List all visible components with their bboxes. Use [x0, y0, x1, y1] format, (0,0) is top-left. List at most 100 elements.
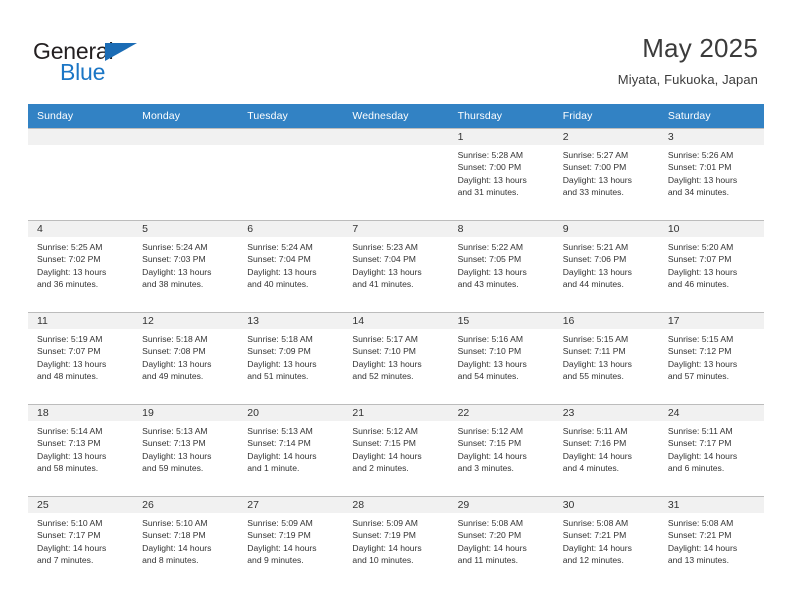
day-number: 17 — [658, 312, 764, 329]
calendar-day-cell[interactable]: 8 Sunrise: 5:22 AM Sunset: 7:05 PM Daylight… — [448, 220, 554, 312]
calendar-day-cell[interactable]: 26 Sunrise: 5:10 AM Sunset: 7:18 PM Dayligh… — [133, 496, 239, 588]
calendar-header-row: Sunday Monday Tuesday Wednesday Thursday Frid… — [28, 104, 764, 128]
day-number: 14 — [343, 312, 449, 329]
calendar-day-cell[interactable]: 7 Sunrise: 5:23 AM Sunset: 7:04 PM Daylight… — [343, 220, 449, 312]
day-number: 30 — [553, 496, 659, 513]
day-cell-inner: 2 Sunrise: 5:27 AM Sunset: 7:00 PM Daylight… — [553, 128, 659, 220]
day-cell-inner: 19 Sunrise: 5:13 AM Sunset: 7:13 PM Dayligh… — [133, 404, 239, 496]
calendar-day-cell[interactable]: 28 Sunrise: 5:09 AM Sunset: 7:19 PM Dayligh… — [343, 496, 449, 588]
calendar-day-cell[interactable]: 24 Sunrise: 5:11 AM Sunset: 7:17 PM Dayligh… — [658, 404, 764, 496]
logo-text-blue: Blue — [60, 59, 106, 85]
calendar-day-cell[interactable]: 25 Sunrise: 5:10 AM Sunset: 7:17 PM Dayligh… — [28, 496, 134, 588]
calendar-day-cell[interactable]: 13 Sunrise: 5:18 AM Sunset: 7:09 PM Dayligh… — [238, 312, 344, 404]
day-number: 7 — [343, 220, 449, 237]
calendar-day-cell[interactable]: 17 Sunrise: 5:15 AM Sunset: 7:12 PM Dayligh… — [658, 312, 764, 404]
calendar-day-cell[interactable]: 20 Sunrise: 5:13 AM Sunset: 7:14 PM Dayligh… — [238, 404, 344, 496]
sunset-text: Sunset: 7:07 PM — [37, 346, 101, 357]
day-cell-inner: 25 Sunrise: 5:10 AM Sunset: 7:17 PM Dayligh… — [28, 496, 134, 588]
calendar-day-cell[interactable]: 29 Sunrise: 5:08 AM Sunset: 7:20 PM Dayligh… — [448, 496, 554, 588]
sunrise-text: Sunrise: 5:22 AM — [457, 242, 524, 252]
sunset-text: Sunset: 7:00 PM — [457, 162, 522, 173]
calendar-day-cell[interactable]: 1 Sunrise: 5:28 AM Sunset: 7:00 PM Daylight… — [448, 128, 554, 220]
calendar-day-cell[interactable]: 14 Sunrise: 5:17 AM Sunset: 7:10 PM Dayligh… — [343, 312, 449, 404]
calendar-day-cell[interactable]: 12 Sunrise: 5:18 AM Sunset: 7:08 PM Dayligh… — [133, 312, 239, 404]
calendar-day-cell[interactable]: 18 Sunrise: 5:14 AM Sunset: 7:13 PM Dayligh… — [28, 404, 134, 496]
day-cell-inner: 9 Sunrise: 5:21 AM Sunset: 7:06 PM Daylight… — [553, 220, 659, 312]
sunrise-text: Sunrise: 5:09 AM — [247, 518, 313, 528]
calendar-day-cell[interactable]: 9 Sunrise: 5:21 AM Sunset: 7:06 PM Daylight… — [553, 220, 659, 312]
sunrise-text: Sunrise: 5:13 AM — [142, 426, 208, 436]
sunrise-text: Sunrise: 5:10 AM — [37, 518, 103, 528]
sunrise-text: Sunrise: 5:15 AM — [562, 334, 629, 344]
day-cell-inner: 18 Sunrise: 5:14 AM Sunset: 7:13 PM Dayligh… — [28, 404, 134, 496]
calendar-day-cell[interactable]: 10 Sunrise: 5:20 AM Sunset: 7:07 PM Dayligh… — [658, 220, 764, 312]
daylight-text-line2: and 1 minute. — [247, 463, 300, 474]
calendar-body: 1 Sunrise: 5:28 AM Sunset: 7:00 PM Daylight… — [28, 128, 764, 588]
daylight-text-line2: and 6 minutes. — [667, 463, 725, 474]
sunset-text: Sunset: 7:18 PM — [142, 530, 206, 541]
daylight-text-line1: Daylight: 14 hours — [247, 450, 317, 461]
calendar-day-cell[interactable]: 21 Sunrise: 5:12 AM Sunset: 7:15 PM Dayligh… — [343, 404, 449, 496]
sunrise-text: Sunrise: 5:20 AM — [667, 242, 734, 252]
sunrise-text: Sunrise: 5:12 AM — [352, 426, 418, 436]
calendar-day-cell[interactable]: 6 Sunrise: 5:24 AM Sunset: 7:04 PM Daylight… — [238, 220, 344, 312]
daylight-text-line2: and 3 minutes. — [457, 463, 514, 474]
sunrise-text: Sunrise: 5:10 AM — [142, 518, 208, 528]
sunset-text: Sunset: 7:09 PM — [247, 346, 311, 357]
day-number — [343, 128, 449, 145]
daylight-text-line2: and 52 minutes. — [352, 371, 414, 382]
sunset-text: Sunset: 7:19 PM — [352, 530, 416, 541]
sunset-text: Sunset: 7:19 PM — [247, 530, 311, 541]
calendar-day-cell[interactable]: 27 Sunrise: 5:09 AM Sunset: 7:19 PM Dayligh… — [238, 496, 344, 588]
calendar-day-cell[interactable]: 3 Sunrise: 5:26 AM Sunset: 7:01 PM Daylight… — [658, 128, 764, 220]
calendar-day-cell[interactable]: 30 Sunrise: 5:08 AM Sunset: 7:21 PM Dayligh… — [553, 496, 659, 588]
day-cell-details: Sunrise: 5:18 AM Sunset: 7:09 PM Daylight:… — [238, 329, 343, 383]
calendar-cell-empty — [133, 128, 239, 220]
daylight-text-line1: Daylight: 14 hours — [247, 542, 317, 553]
sunset-text: Sunset: 7:14 PM — [247, 438, 311, 449]
calendar-day-cell[interactable]: 16 Sunrise: 5:15 AM Sunset: 7:11 PM Dayligh… — [553, 312, 659, 404]
daylight-text-line1: Daylight: 13 hours — [352, 266, 422, 277]
page-header: General Blue May 2025 Miyata, Fukuoka, J… — [0, 0, 792, 100]
day-cell-details: Sunrise: 5:09 AM Sunset: 7:19 PM Daylight:… — [238, 513, 343, 567]
calendar-table: Sunday Monday Tuesday Wednesday Thursday Frid… — [28, 104, 764, 588]
day-cell-details: Sunrise: 5:21 AM Sunset: 7:06 PM Daylight:… — [554, 237, 659, 291]
logo-triangle-icon — [105, 43, 137, 61]
calendar-day-cell[interactable]: 11 Sunrise: 5:19 AM Sunset: 7:07 PM Dayligh… — [28, 312, 134, 404]
daylight-text-line1: Daylight: 13 hours — [457, 266, 527, 277]
calendar-day-cell[interactable]: 22 Sunrise: 5:12 AM Sunset: 7:15 PM Dayligh… — [448, 404, 554, 496]
day-cell-inner: 10 Sunrise: 5:20 AM Sunset: 7:07 PM Dayligh… — [658, 220, 764, 312]
day-number: 21 — [343, 404, 449, 421]
calendar-day-cell[interactable]: 23 Sunrise: 5:11 AM Sunset: 7:16 PM Dayligh… — [553, 404, 659, 496]
calendar-day-cell[interactable]: 15 Sunrise: 5:16 AM Sunset: 7:10 PM Dayligh… — [448, 312, 554, 404]
sunset-text: Sunset: 7:06 PM — [562, 254, 627, 265]
calendar-day-cell[interactable]: 4 Sunrise: 5:25 AM Sunset: 7:02 PM Daylight… — [28, 220, 134, 312]
day-cell-inner: 26 Sunrise: 5:10 AM Sunset: 7:18 PM Dayligh… — [133, 496, 239, 588]
generalblue-logo[interactable]: General Blue — [33, 38, 148, 85]
daylight-text-line2: and 40 minutes. — [247, 279, 309, 290]
day-number: 22 — [448, 404, 554, 421]
day-cell-details: Sunrise: 5:23 AM Sunset: 7:04 PM Daylight:… — [343, 237, 448, 291]
sunrise-text: Sunrise: 5:09 AM — [352, 518, 418, 528]
daylight-text-line2: and 31 minutes. — [457, 187, 519, 198]
calendar-day-cell[interactable]: 5 Sunrise: 5:24 AM Sunset: 7:03 PM Daylight… — [133, 220, 239, 312]
day-cell-details: Sunrise: 5:11 AM Sunset: 7:17 PM Daylight:… — [659, 421, 764, 475]
day-number: 10 — [658, 220, 764, 237]
daylight-text-line2: and 49 minutes. — [142, 371, 204, 382]
sunset-text: Sunset: 7:00 PM — [562, 162, 627, 173]
day-cell-details: Sunrise: 5:28 AM Sunset: 7:00 PM Daylight:… — [449, 145, 554, 199]
day-number: 23 — [553, 404, 659, 421]
day-cell-inner: 7 Sunrise: 5:23 AM Sunset: 7:04 PM Daylight… — [343, 220, 449, 312]
day-cell-details: Sunrise: 5:10 AM Sunset: 7:18 PM Daylight:… — [133, 513, 238, 567]
calendar-day-cell[interactable]: 19 Sunrise: 5:13 AM Sunset: 7:13 PM Dayligh… — [133, 404, 239, 496]
day-cell-details: Sunrise: 5:08 AM Sunset: 7:21 PM Daylight:… — [554, 513, 659, 567]
daylight-text-line2: and 54 minutes. — [457, 371, 519, 382]
daylight-text-line1: Daylight: 14 hours — [562, 450, 632, 461]
weekday-header-monday: Monday — [133, 104, 239, 128]
weekday-header-tuesday: Tuesday — [238, 104, 344, 128]
day-number: 19 — [133, 404, 239, 421]
calendar-day-cell[interactable]: 2 Sunrise: 5:27 AM Sunset: 7:00 PM Daylight… — [553, 128, 659, 220]
sunset-text: Sunset: 7:13 PM — [142, 438, 206, 449]
daylight-text-line2: and 38 minutes. — [142, 279, 204, 290]
calendar-day-cell[interactable]: 31 Sunrise: 5:08 AM Sunset: 7:21 PM Dayligh… — [658, 496, 764, 588]
